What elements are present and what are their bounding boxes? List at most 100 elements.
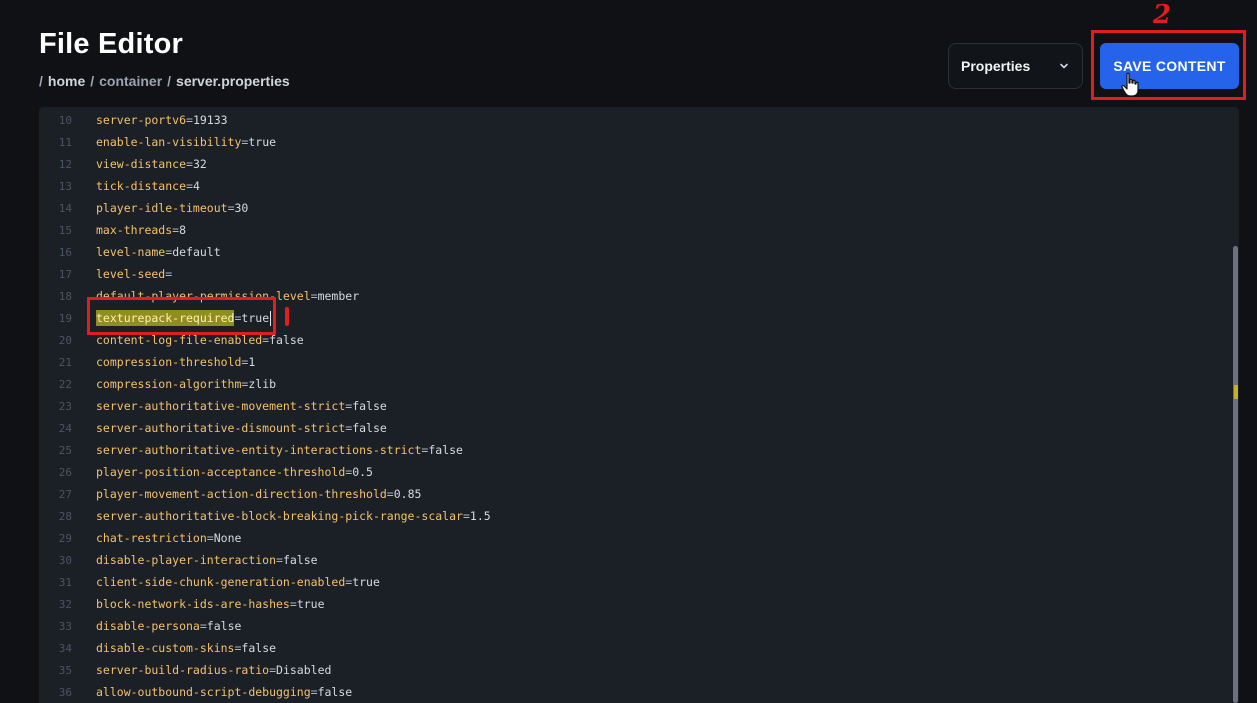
property-key: level-seed [96, 267, 166, 281]
code-line[interactable]: 17 level-seed= [39, 263, 1229, 285]
breadcrumb-separator: / [90, 73, 95, 89]
code-line[interactable]: 25 server-authoritative-entity-interactio… [39, 439, 1229, 461]
line-number: 14 [58, 201, 72, 215]
line-code: disable-persona=false [96, 619, 241, 633]
code-line[interactable]: 33 disable-persona=false [39, 615, 1229, 637]
code-line[interactable]: 20 content-log-file-enabled=false [39, 329, 1229, 351]
code-line[interactable]: 24 server-authoritative-dismount-strict=f… [39, 417, 1229, 439]
code-line[interactable]: 21 compression-threshold=1 [39, 351, 1229, 373]
equals-sign: = [276, 553, 283, 567]
property-value: false [241, 641, 277, 655]
code-line[interactable]: 34 disable-custom-skins=false [39, 637, 1229, 659]
code-line[interactable]: 26 player-position-acceptance-threshold=0… [39, 461, 1229, 483]
code-line[interactable]: 36 allow-outbound-script-debugging=false [39, 681, 1229, 703]
line-number: 29 [58, 531, 72, 545]
property-key: server-authoritative-movement-strict [96, 399, 346, 413]
code-line[interactable]: 15 max-threads=8 [39, 219, 1229, 241]
property-key: player-movement-action-direction-thresho… [96, 487, 387, 501]
property-value: false [352, 399, 387, 413]
pointer-hand-icon [1121, 72, 1141, 98]
text-caret [270, 310, 272, 326]
property-key: server-authoritative-block-breaking-pick… [96, 509, 463, 523]
property-key: player-idle-timeout [96, 201, 228, 215]
line-code: tick-distance=4 [96, 179, 200, 193]
property-key: server-build-radius-ratio [96, 663, 270, 677]
breadcrumb-separator: / [167, 73, 172, 89]
editor-scrollbar[interactable] [1233, 246, 1238, 703]
code-line[interactable]: 32 block-network-ids-are-hashes=true [39, 593, 1229, 615]
code-line[interactable]: 22 compression-algorithm=zlib [39, 373, 1229, 395]
property-key: level-name [96, 245, 166, 259]
line-code: player-position-acceptance-threshold=0.5 [96, 465, 373, 479]
line-code: allow-outbound-script-debugging=false [96, 685, 352, 699]
code-line[interactable]: 16 level-name=default [39, 241, 1229, 263]
line-number: 22 [58, 377, 72, 391]
equals-sign: = [199, 619, 207, 633]
line-number: 21 [58, 355, 72, 369]
property-value: 0.85 [393, 487, 422, 501]
line-code: server-authoritative-entity-interactions… [96, 443, 463, 457]
line-code: server-authoritative-movement-strict=fal… [96, 399, 387, 413]
property-value: 1.5 [469, 509, 491, 523]
property-value: 1 [248, 355, 256, 369]
line-number: 36 [58, 685, 72, 699]
property-value: 19133 [192, 113, 228, 127]
code-line[interactable]: 10 server-portv6=19133 [39, 109, 1229, 131]
property-value: false [269, 333, 304, 347]
property-key: default-player-permission-level [96, 289, 311, 303]
property-key: server-portv6 [96, 113, 187, 127]
equals-sign: = [227, 201, 235, 215]
property-value: None [213, 531, 242, 545]
line-number: 30 [58, 553, 72, 567]
code-line[interactable]: 12 view-distance=32 [39, 153, 1229, 175]
line-code: disable-player-interaction=false [96, 553, 318, 567]
code-line[interactable]: 30 disable-player-interaction=false [39, 549, 1229, 571]
property-value: zlib [248, 377, 277, 391]
property-value: true [352, 575, 380, 589]
line-code: chat-restriction=None [96, 531, 241, 545]
code-line[interactable]: 23 server-authoritative-movement-strict=f… [39, 395, 1229, 417]
line-code: texturepack-required=true [96, 309, 272, 326]
equals-sign: = [310, 289, 318, 303]
property-value: false [317, 685, 353, 699]
breadcrumb-separator: / [39, 73, 43, 89]
line-number: 16 [58, 245, 72, 259]
property-value: member [317, 289, 360, 303]
code-line[interactable]: 31 client-side-chunk-generation-enabled=t… [39, 571, 1229, 593]
line-number: 34 [58, 641, 72, 655]
line-number: 15 [58, 223, 72, 237]
line-number: 33 [58, 619, 72, 633]
file-mode-select-value: Properties [961, 58, 1031, 74]
annotation-step-2: 2 [1153, 0, 1172, 30]
code-editor[interactable]: 10 server-portv6=19133 11 enable-lan-visibi… [39, 107, 1239, 703]
code-line[interactable]: 14 player-idle-timeout=30 [39, 197, 1229, 219]
line-number: 35 [58, 663, 72, 677]
property-key: max-threads [96, 223, 173, 237]
property-key: enable-lan-visibility [96, 135, 242, 149]
code-line[interactable]: 35 server-build-radius-ratio=Disabled [39, 659, 1229, 681]
equals-sign: = [289, 597, 297, 611]
property-value: false [206, 619, 242, 633]
file-mode-select[interactable]: Properties [948, 43, 1083, 89]
code-line[interactable]: 19 texturepack-required=true [39, 307, 1229, 329]
property-value: true [296, 597, 325, 611]
breadcrumb-container[interactable]: container [99, 73, 162, 89]
code-line[interactable]: 13 tick-distance=4 [39, 175, 1229, 197]
breadcrumb: / home / container / server.properties [39, 73, 290, 89]
equals-sign: = [310, 685, 318, 699]
property-key: chat-restriction [96, 531, 207, 545]
property-value: false [428, 443, 463, 457]
property-key: compression-algorithm [96, 377, 242, 391]
line-code: compression-algorithm=zlib [96, 377, 276, 391]
code-line[interactable]: 29 chat-restriction=None [39, 527, 1229, 549]
equals-sign: = [269, 663, 277, 677]
property-value: true [248, 135, 277, 149]
property-key: server-authoritative-dismount-strict [96, 421, 346, 435]
code-line[interactable]: 11 enable-lan-visibility=true [39, 131, 1229, 153]
code-line[interactable]: 27 player-movement-action-direction-thres… [39, 483, 1229, 505]
breadcrumb-home[interactable]: home [48, 73, 85, 89]
line-number: 25 [58, 443, 72, 457]
code-line[interactable]: 18 default-player-permission-level=member [39, 285, 1229, 307]
code-line[interactable]: 28 server-authoritative-block-breaking-pi… [39, 505, 1229, 527]
equals-sign: = [165, 267, 173, 281]
